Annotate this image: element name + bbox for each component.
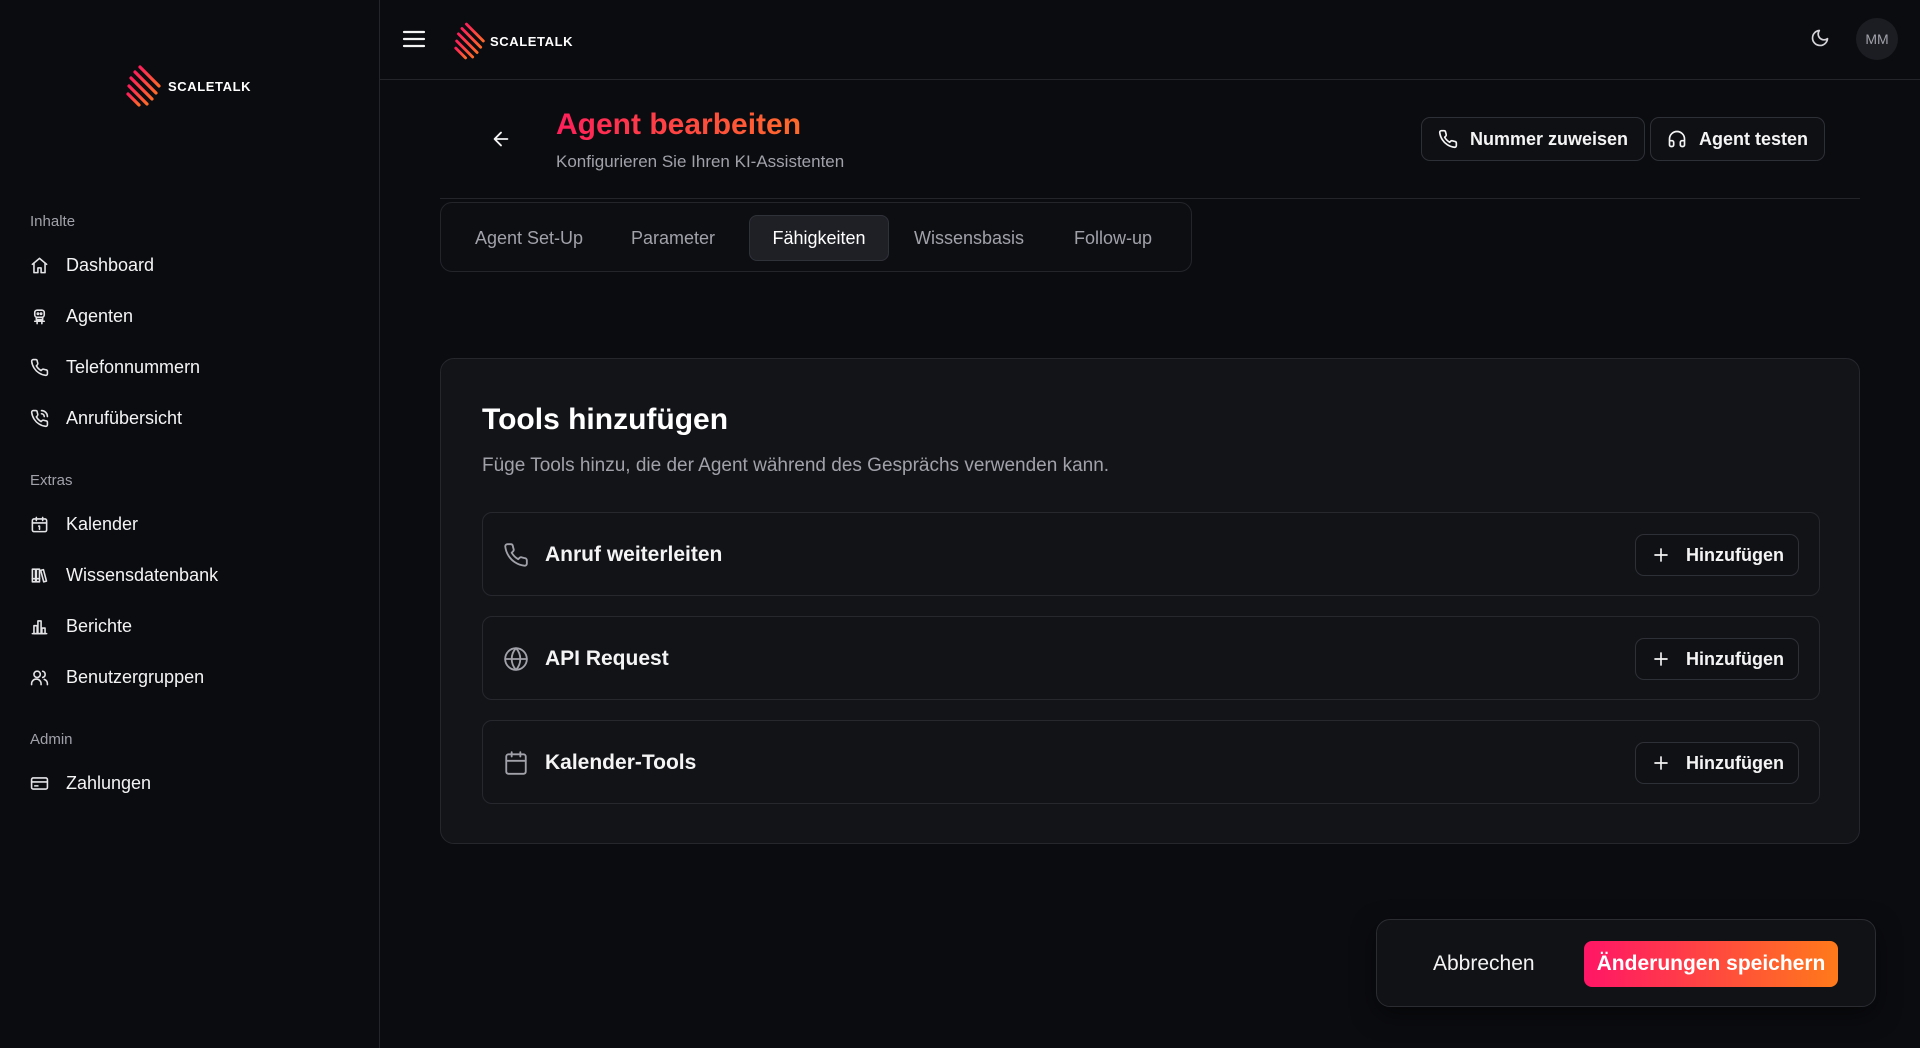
sidebar-item-label: Wissensdatenbank — [66, 564, 219, 585]
tab-bar: Agent Set-Up Parameter Fähigkeiten Wisse… — [440, 202, 1192, 272]
sidebar-item-wissensdatenbank[interactable]: Wissensdatenbank — [30, 557, 350, 593]
sidebar-item-anrufuebersicht[interactable]: Anrufübersicht — [30, 400, 350, 436]
users-icon — [30, 668, 49, 687]
tool-name: Kalender-Tools — [545, 751, 697, 774]
phone-call-icon — [30, 409, 49, 428]
sidebar-item-label: Zahlungen — [66, 772, 152, 793]
sidebar-item-agenten[interactable]: Agenten — [30, 298, 350, 334]
robot-icon — [30, 307, 49, 326]
sidebar-item-label: Anrufübersicht — [66, 407, 183, 428]
sidebar-item-label: Berichte — [66, 615, 133, 636]
hamburger-menu-icon[interactable] — [402, 27, 426, 51]
phone-icon — [1438, 129, 1458, 149]
sidebar-logo[interactable]: SCALETALK — [126, 64, 251, 108]
tab-follow-up[interactable]: Follow-up — [1051, 215, 1175, 261]
section-label-admin: Admin — [30, 731, 73, 748]
tools-title: Tools hinzufügen — [482, 403, 729, 436]
add-tool-label: Hinzufügen — [1686, 752, 1784, 773]
add-tool-button[interactable]: Hinzufügen — [1635, 742, 1799, 784]
sidebar-item-benutzergruppen[interactable]: Benutzergruppen — [30, 659, 350, 695]
tool-row-anruf-weiterleiten: Anruf weiterleiten Hinzufügen — [482, 512, 1820, 596]
section-label-inhalte: Inhalte — [30, 213, 76, 230]
sidebar-item-kalender[interactable]: Kalender — [30, 506, 350, 542]
sidebar-item-label: Kalender — [66, 513, 139, 534]
page-title: Agent bearbeiten — [556, 108, 802, 141]
plus-icon — [1652, 546, 1670, 564]
tab-agent-set-up[interactable]: Agent Set-Up — [457, 215, 601, 261]
brand-name: SCALETALK — [490, 33, 574, 49]
topbar: SCALETALK MM — [380, 0, 1920, 80]
scaletalk-logo-icon — [126, 64, 162, 108]
tools-description: Füge Tools hinzu, die der Agent während … — [482, 455, 1110, 476]
sidebar-item-label: Telefonnummern — [66, 356, 201, 377]
moon-icon[interactable] — [1810, 28, 1830, 48]
footer-action-bar: Abbrechen Änderungen speichern — [1376, 919, 1876, 1007]
brand-name: SCALETALK — [168, 78, 252, 94]
sidebar-item-zahlungen[interactable]: Zahlungen — [30, 765, 350, 801]
add-tool-label: Hinzufügen — [1686, 544, 1784, 565]
plus-icon — [1652, 650, 1670, 668]
sidebar-item-telefonnummern[interactable]: Telefonnummern — [30, 349, 350, 385]
topbar-logo[interactable]: SCALETALK — [454, 21, 573, 61]
test-agent-button[interactable]: Agent testen — [1650, 117, 1826, 161]
arrow-left-icon[interactable] — [490, 128, 512, 150]
sidebar-item-dashboard[interactable]: Dashboard — [30, 247, 350, 283]
header-divider — [440, 198, 1860, 199]
tool-name: API Request — [545, 647, 669, 670]
plus-icon — [1652, 754, 1670, 772]
phone-icon — [30, 358, 49, 377]
add-tool-button[interactable]: Hinzufügen — [1635, 638, 1799, 680]
credit-card-icon — [30, 774, 49, 793]
scaletalk-logo-icon — [454, 21, 486, 61]
calendar-icon — [503, 750, 529, 776]
sidebar-item-label: Dashboard — [66, 254, 155, 275]
add-tool-label: Hinzufügen — [1686, 648, 1784, 669]
bar-chart-icon — [30, 617, 49, 636]
section-label-extras: Extras — [30, 472, 73, 489]
test-agent-label: Agent testen — [1699, 128, 1809, 149]
add-tool-button[interactable]: Hinzufügen — [1635, 534, 1799, 576]
page-subtitle: Konfigurieren Sie Ihren KI-Assistenten — [556, 152, 845, 171]
tool-row-kalender-tools: Kalender-Tools Hinzufügen — [482, 720, 1820, 804]
globe-icon — [503, 646, 529, 672]
save-changes-button[interactable]: Änderungen speichern — [1584, 941, 1838, 987]
sidebar: SCALETALK Inhalte Dashboard Agenten Tele… — [0, 0, 380, 1048]
tool-name: Anruf weiterleiten — [545, 543, 723, 566]
assign-number-label: Nummer zuweisen — [1470, 128, 1629, 149]
calendar-icon — [30, 515, 49, 534]
tab-wissensbasis[interactable]: Wissensbasis — [901, 215, 1037, 261]
library-icon — [30, 566, 49, 585]
tab-faehigkeiten[interactable]: Fähigkeiten — [749, 215, 889, 261]
phone-icon — [503, 542, 529, 568]
headphones-icon — [1667, 129, 1687, 149]
assign-number-button[interactable]: Nummer zuweisen — [1421, 117, 1646, 161]
home-icon — [30, 256, 49, 275]
cancel-button[interactable]: Abbrechen — [1423, 942, 1545, 986]
tab-parameter[interactable]: Parameter — [613, 215, 733, 261]
tool-row-api-request: API Request Hinzufügen — [482, 616, 1820, 700]
sidebar-item-label: Benutzergruppen — [66, 666, 205, 687]
tools-card: Tools hinzufügen Füge Tools hinzu, die d… — [440, 358, 1860, 844]
sidebar-item-berichte[interactable]: Berichte — [30, 608, 350, 644]
avatar[interactable]: MM — [1856, 18, 1898, 60]
sidebar-item-label: Agenten — [66, 305, 134, 326]
